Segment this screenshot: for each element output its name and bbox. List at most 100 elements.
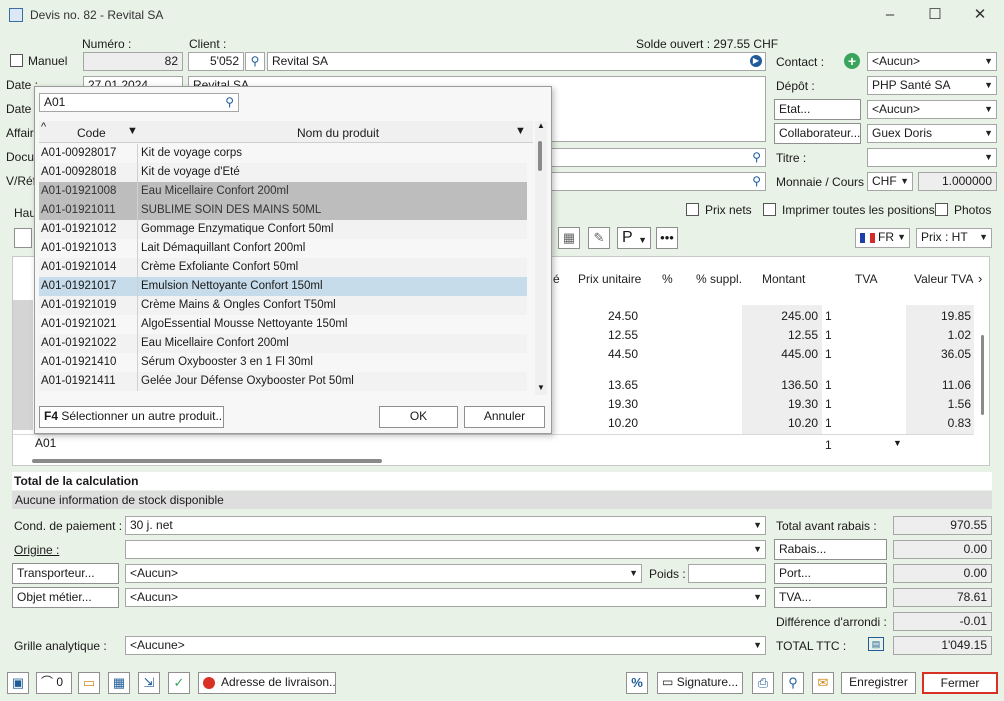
list-item[interactable]: A01-01921019 Crème Mains & Ongles Confort… bbox=[39, 296, 527, 315]
grid-cell-prix[interactable]: 13.65 bbox=[574, 378, 638, 392]
list-item[interactable]: A01-01921021 AlgoEssential Mousse Nettoya… bbox=[39, 315, 527, 334]
grid-cell-valeur[interactable]: 1.56 bbox=[906, 397, 971, 411]
select-other-product-button[interactable]: F4 Sélectionner un autre produit... bbox=[39, 406, 224, 428]
grid-cell-valeur[interactable]: 11.06 bbox=[906, 378, 971, 392]
customer-icon[interactable]: ▣ bbox=[7, 672, 29, 694]
list-item[interactable]: A01-00928017 Kit de voyage corps bbox=[39, 144, 527, 163]
grid-cell-tva[interactable]: 1 bbox=[825, 309, 832, 323]
scroll-down-icon[interactable]: ▼ bbox=[537, 383, 545, 392]
list-item[interactable]: A01-01921410 Sérum Oxybooster 3 en 1 Fl 3… bbox=[39, 353, 527, 372]
minimize-icon[interactable]: – bbox=[880, 6, 900, 24]
vref-search-icon[interactable]: ⚲ bbox=[752, 173, 761, 190]
language-select[interactable]: FR ▼ bbox=[855, 228, 910, 248]
grid-cell-montant[interactable]: 19.30 bbox=[742, 397, 818, 411]
grid-cell-tva[interactable]: 1 bbox=[825, 328, 832, 342]
collaborateur-select[interactable]: Guex Doris ▼ bbox=[867, 124, 997, 143]
grid-hscrollbar[interactable] bbox=[32, 459, 382, 463]
preview-icon[interactable]: ⚲ bbox=[782, 672, 804, 694]
enregistrer-button[interactable]: Enregistrer bbox=[841, 672, 916, 694]
add-contact-icon[interactable]: + bbox=[844, 53, 860, 69]
grid-cell-montant[interactable]: 12.55 bbox=[742, 328, 818, 342]
collaborateur-button[interactable]: Collaborateur... bbox=[774, 123, 861, 144]
col-header-code[interactable]: Code bbox=[77, 126, 106, 140]
grid-cell-prix[interactable]: 10.20 bbox=[574, 416, 638, 430]
titre-select[interactable]: ▼ bbox=[867, 148, 997, 167]
col-header-name[interactable]: Nom du produit bbox=[297, 126, 379, 140]
scroll-right-icon[interactable]: › bbox=[978, 271, 982, 286]
grid-cell-tva[interactable]: 1 bbox=[825, 347, 832, 361]
grid-cell-montant[interactable]: 245.00 bbox=[742, 309, 818, 323]
contact-select[interactable]: <Aucun> ▼ bbox=[867, 52, 997, 71]
export-icon[interactable]: ⇲ bbox=[138, 672, 160, 694]
col-header-tva[interactable]: TVA bbox=[855, 272, 877, 286]
grid-cell-prix[interactable]: 24.50 bbox=[574, 309, 638, 323]
origine-select[interactable]: ▼ bbox=[125, 540, 766, 559]
manuel-checkbox[interactable] bbox=[10, 54, 23, 67]
list-item[interactable]: A01-01921011 SUBLIME SOIN DES MAINS 50ML bbox=[39, 201, 527, 220]
client-search-icon[interactable]: ⚲ bbox=[245, 52, 265, 71]
table-icon[interactable]: ▦ bbox=[108, 672, 130, 694]
list-item[interactable]: A01-01921008 Eau Micellaire Confort 200ml bbox=[39, 182, 527, 201]
client-code-field[interactable]: 5'052 bbox=[188, 52, 244, 71]
cours-field[interactable]: 1.000000 bbox=[918, 172, 997, 191]
signature-button[interactable]: ▭ Signature... bbox=[657, 672, 743, 694]
grille-analytique-select[interactable]: <Aucune> ▼ bbox=[125, 636, 766, 655]
scroll-up-icon[interactable]: ▲ bbox=[537, 121, 545, 130]
etat-button[interactable]: Etat... bbox=[774, 99, 861, 120]
list-item[interactable]: A01-01921022 Eau Micellaire Confort 200ml bbox=[39, 334, 527, 353]
grid-cell-prix[interactable]: 12.55 bbox=[574, 328, 638, 342]
monnaie-select[interactable]: CHF ▼ bbox=[867, 172, 913, 191]
grid-edit-row[interactable]: A01 1 ▼ bbox=[13, 434, 973, 452]
print-icon[interactable]: ⎙ bbox=[752, 672, 774, 694]
client-name-field[interactable]: Revital SA bbox=[267, 52, 766, 71]
grid-edit-tva[interactable]: 1 bbox=[825, 438, 832, 452]
client-go-icon[interactable]: ▶ bbox=[750, 55, 762, 67]
poids-field[interactable] bbox=[688, 564, 766, 583]
product-lookup-popup[interactable]: A01 ⚲ ^ Code ▼ Nom du produit ▼ A01-0092… bbox=[34, 86, 552, 434]
photos-checkbox[interactable] bbox=[935, 203, 948, 216]
haut-tab[interactable]: Hau bbox=[14, 206, 36, 220]
imprimer-toutes-checkbox[interactable] bbox=[763, 203, 776, 216]
grid-cell-tva[interactable]: 1 bbox=[825, 397, 832, 411]
email-icon[interactable]: ✉ bbox=[812, 672, 834, 694]
grid-cell-prix[interactable]: 44.50 bbox=[574, 347, 638, 361]
transporteur-button[interactable]: Transporteur... bbox=[12, 563, 119, 584]
new-doc-icon[interactable] bbox=[14, 228, 32, 248]
list-item[interactable]: A01-00928018 Kit de voyage d'Eté bbox=[39, 163, 527, 182]
grid-cell-tva[interactable]: 1 bbox=[825, 378, 832, 392]
port-button[interactable]: Port... bbox=[774, 563, 887, 584]
list-item[interactable]: A01-01921411 Gelée Jour Défense Oxybooste… bbox=[39, 372, 527, 391]
attachments-button[interactable]: ⌒ 0 bbox=[36, 672, 72, 694]
grid-cell-valeur[interactable]: 36.05 bbox=[906, 347, 971, 361]
grid-cell-valeur[interactable]: 19.85 bbox=[906, 309, 971, 323]
col-header-suppl[interactable]: % suppl. bbox=[696, 272, 742, 286]
col-header-percent[interactable]: % bbox=[662, 272, 673, 286]
search-icon[interactable]: ⚲ bbox=[225, 94, 234, 111]
depot-select[interactable]: PHP Santé SA ▼ bbox=[867, 76, 997, 95]
grid-cell-tva[interactable]: 1 bbox=[825, 416, 832, 430]
grid-cell-prix[interactable]: 19.30 bbox=[574, 397, 638, 411]
chevron-down-icon[interactable]: ▼ bbox=[893, 438, 902, 448]
p-dropdown[interactable]: P ▼ bbox=[617, 227, 651, 249]
grid-cell-montant[interactable]: 10.20 bbox=[742, 416, 818, 430]
grid-vscrollbar[interactable] bbox=[981, 335, 984, 415]
maximize-icon[interactable]: ☐ bbox=[925, 6, 945, 24]
annuler-button[interactable]: Annuler bbox=[464, 406, 545, 428]
col-header-montant[interactable]: Montant bbox=[762, 272, 805, 286]
cond-paiement-select[interactable]: 30 j. net ▼ bbox=[125, 516, 766, 535]
grid-cell-montant[interactable]: 445.00 bbox=[742, 347, 818, 361]
percent-icon[interactable]: % bbox=[626, 672, 648, 694]
fermer-button[interactable]: Fermer bbox=[922, 672, 998, 694]
document-search-icon[interactable]: ⚲ bbox=[752, 149, 761, 166]
adresse-livraison-button[interactable]: Adresse de livraison... bbox=[198, 672, 336, 694]
prix-mode-select[interactable]: Prix : HT ▼ bbox=[916, 228, 992, 248]
more-icon[interactable]: ••• bbox=[656, 227, 678, 249]
numero-field[interactable]: 82 bbox=[83, 52, 183, 71]
ok-button[interactable]: OK bbox=[379, 406, 458, 428]
list-item[interactable]: A01-01921017 Emulsion Nettoyante Confort … bbox=[39, 277, 527, 296]
list-item[interactable]: A01-01921014 Crème Exfoliante Confort 50m… bbox=[39, 258, 527, 277]
document-icon[interactable]: ▭ bbox=[78, 672, 100, 694]
grid-cell-valeur[interactable]: 0.83 bbox=[906, 416, 971, 430]
validate-doc-icon[interactable]: ✓ bbox=[168, 672, 190, 694]
grid-edit-code[interactable]: A01 bbox=[35, 436, 56, 450]
